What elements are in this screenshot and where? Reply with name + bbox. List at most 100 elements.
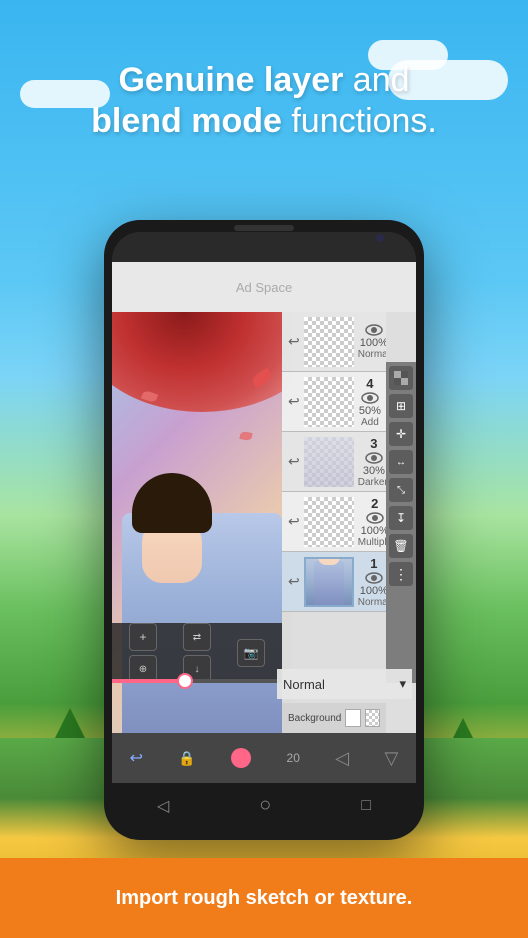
opacity-slider-track[interactable] xyxy=(112,679,282,683)
bg-checkered-color[interactable] xyxy=(365,709,380,727)
blend-mode-chevron: ▾ xyxy=(399,676,406,692)
transform-button[interactable]: ⤡ xyxy=(389,478,413,502)
layer-item-4[interactable]: ↩ 4 50% Add xyxy=(282,372,386,432)
opacity-slider-thumb[interactable] xyxy=(177,673,193,689)
eye-icon-2[interactable] xyxy=(365,511,385,525)
bottom-banner-text: Import rough sketch or texture. xyxy=(116,887,413,910)
eye-icon-4[interactable] xyxy=(360,391,380,405)
eye-icon-top[interactable] xyxy=(364,323,384,337)
layer-opacity-3: 30% xyxy=(363,465,385,477)
header-line1-normal: and xyxy=(343,61,409,99)
character-hair xyxy=(132,473,212,533)
layer-number-1: 1 xyxy=(370,556,377,571)
delete-icon: 🗑 xyxy=(393,539,408,553)
layer-number-2: 2 xyxy=(371,496,378,511)
down-icon: ↓ xyxy=(195,664,200,675)
bottom-banner: Import rough sketch or texture. xyxy=(0,858,528,938)
layer-blend-top: Normal xyxy=(358,349,386,360)
layer-item-top[interactable]: ↩ 100% Normal xyxy=(282,312,386,372)
layer-info-3: 3 30% Darken xyxy=(358,436,386,488)
layer-info-1: 1 100% Normal xyxy=(358,556,386,608)
download-button[interactable]: ↧ xyxy=(389,506,413,530)
background-row: Background xyxy=(282,703,386,733)
layer-opacity-top: 100% xyxy=(360,337,386,349)
flip-horizontal-button[interactable]: ↔ xyxy=(389,450,413,474)
bottom-toolbar: ↩ 🔒 20 ◁ ▽ xyxy=(112,733,416,783)
undo-button[interactable]: ↩ xyxy=(130,748,143,768)
merge-arrow-top: ↩ xyxy=(288,333,300,350)
arrow-down-button[interactable]: ▽ xyxy=(384,748,398,769)
petal-3 xyxy=(239,431,252,441)
camera-group[interactable]: 📷 xyxy=(237,639,265,667)
blend-mode-bar[interactable]: Normal ▾ xyxy=(277,669,412,699)
canvas-area[interactable]: + ⊕ ⇄ ↓ xyxy=(112,312,292,733)
flip-horizontal-icon: ↔ xyxy=(396,457,406,468)
layer-opacity-1: 100% xyxy=(360,585,386,597)
flip-icon: ⇄ xyxy=(193,632,201,643)
recent-button[interactable]: □ xyxy=(361,797,371,815)
header-line2-bold: blend mode xyxy=(91,102,282,140)
background-label: Background xyxy=(288,713,341,724)
right-toolbar: ⊞ ✛ ↔ ⤡ ↧ 🗑 xyxy=(386,362,416,683)
phone-device: Ad Space xyxy=(104,220,424,840)
layer-opacity-2: 100% xyxy=(361,525,386,537)
layer-thumbnail-1 xyxy=(304,557,354,607)
layer-item-2[interactable]: ↩ 2 100% Multiply xyxy=(282,492,386,552)
header-line1-bold: Genuine layer xyxy=(118,61,343,99)
camera-button[interactable]: 📷 xyxy=(237,639,265,667)
layer-blend-4: Add xyxy=(361,417,379,428)
transform-icon: ⤡ xyxy=(397,485,405,496)
layer-item-1[interactable]: ↩ 1 100% xyxy=(282,552,386,612)
add-layer-group[interactable]: + ⊕ xyxy=(129,623,157,683)
delete-button[interactable]: 🗑 xyxy=(389,534,413,558)
merge-arrow-3: ↩ xyxy=(288,453,300,470)
eye-icon-3[interactable] xyxy=(364,451,384,465)
merge-arrow-4: ↩ xyxy=(288,393,300,410)
ad-space-label: Ad Space xyxy=(236,280,292,295)
layer-settings-button[interactable]: ⊞ xyxy=(389,394,413,418)
camera-icon: 📷 xyxy=(244,646,259,660)
layer-number-3: 3 xyxy=(370,436,377,451)
phone-inner: Ad Space xyxy=(112,232,416,828)
layer-settings-icon: ⊞ xyxy=(396,399,406,413)
hair-element xyxy=(112,312,292,412)
layer-thumbnail-4 xyxy=(304,377,354,427)
tool-size-value: 20 xyxy=(287,751,300,765)
opacity-slider-fill xyxy=(112,679,180,683)
home-button[interactable]: ○ xyxy=(259,794,271,817)
phone-speaker xyxy=(234,225,294,231)
move-button[interactable]: ✛ xyxy=(389,422,413,446)
layer-thumbnail-3 xyxy=(304,437,354,487)
layer-number-4: 4 xyxy=(366,376,373,391)
layer-info-4: 4 50% Add xyxy=(358,376,382,428)
layer-blend-2: Multiply xyxy=(358,537,386,548)
layer-info-top: 100% Normal xyxy=(358,323,386,360)
merge-arrow-1: ↩ xyxy=(288,573,300,590)
blend-mode-label: Normal xyxy=(283,677,325,692)
phone-camera xyxy=(376,234,384,242)
brush-color-indicator[interactable] xyxy=(231,748,251,768)
flip-button[interactable]: ⇄ xyxy=(183,623,211,651)
layer-blend-3: Darken xyxy=(358,477,386,488)
bg-white-color[interactable] xyxy=(345,709,360,727)
canvas-bottom-toolbar: + ⊕ ⇄ ↓ xyxy=(112,623,282,683)
arrow-left-button[interactable]: ◁ xyxy=(335,748,349,769)
header-line2-normal: functions. xyxy=(282,102,437,140)
merge-icon: ⊕ xyxy=(139,664,147,675)
eye-icon-1[interactable] xyxy=(364,571,384,585)
merge-arrow-2: ↩ xyxy=(288,513,300,530)
layer-item-3[interactable]: ↩ 3 30% Darken xyxy=(282,432,386,492)
header-section: Genuine layer and blend mode functions. xyxy=(0,60,528,142)
layer-info-2: 2 100% Multiply xyxy=(358,496,386,548)
more-options-button[interactable]: ⋮ xyxy=(389,562,413,586)
back-button[interactable]: ◁ xyxy=(157,796,169,816)
lock-button[interactable]: 🔒 xyxy=(178,750,195,767)
layer-thumbnail-top xyxy=(304,317,354,367)
more-icon: ⋮ xyxy=(394,566,408,583)
ad-space: Ad Space xyxy=(112,262,416,312)
checkered-button[interactable] xyxy=(389,366,413,390)
layer-thumbnail-2 xyxy=(304,497,354,547)
move-icon: ✛ xyxy=(396,427,406,441)
layer-opacity-4: 50% xyxy=(359,405,381,417)
add-layer-button[interactable]: + xyxy=(129,623,157,651)
